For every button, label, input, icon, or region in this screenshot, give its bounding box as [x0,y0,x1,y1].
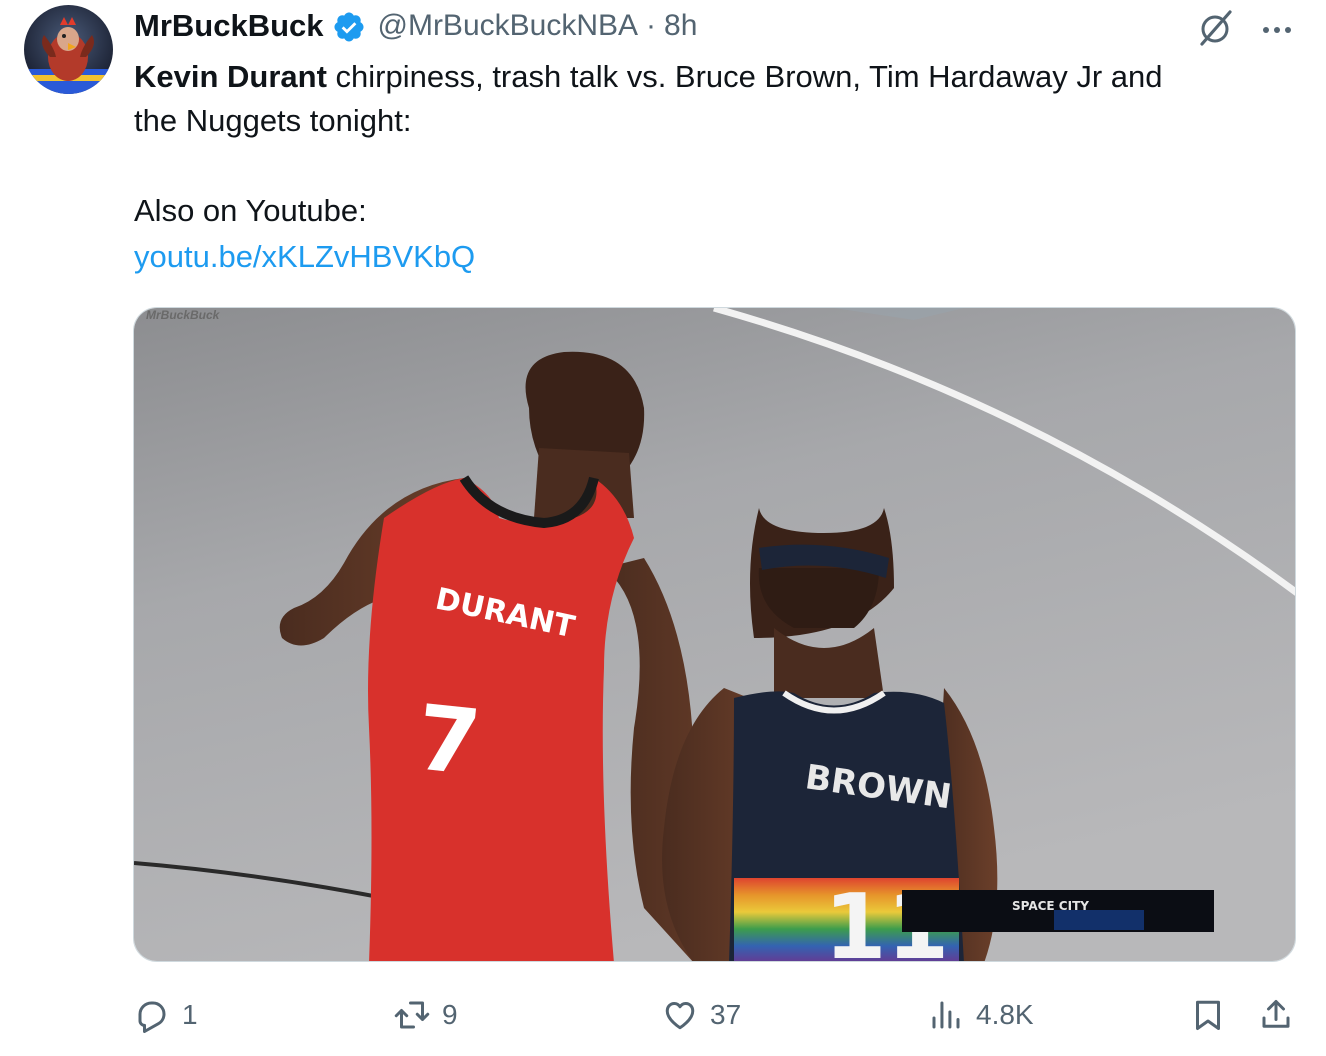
tweet-bold-lead: Kevin Durant [134,59,327,94]
separator-dot: · [646,9,657,42]
display-name[interactable]: MrBuckBuck [134,8,324,44]
tweet-media[interactable]: DURANT 7 BROWN 11 SPACE CITY MrBuckBuck [133,307,1296,962]
avatar-image [24,5,113,94]
grok-icon[interactable] [1196,8,1236,48]
share-icon [1262,1000,1290,1028]
like-count: 37 [710,999,742,1030]
tweet-card: MrBuckBuck @MrBuckBuckNBA · 8h Kevin Dur… [0,0,1326,1056]
tweet-header: MrBuckBuck @MrBuckBuckNBA · 8h [134,6,697,46]
views-icon [932,1001,960,1029]
youtube-link[interactable]: youtu.be/xKLZvHBVKbQ [134,235,1294,279]
views-button[interactable]: 4.8K [928,990,1034,1040]
repost-button[interactable]: 9 [394,990,458,1040]
reply-icon [138,1001,166,1033]
timestamp[interactable]: 8h [664,9,697,43]
avatar[interactable] [24,5,113,94]
bookmark-button[interactable] [1190,990,1226,1040]
reply-count: 1 [182,999,198,1030]
share-button[interactable] [1258,990,1294,1040]
repost-icon [394,1001,430,1029]
jersey-durant-number: 7 [412,685,485,796]
verified-badge-icon[interactable] [332,10,366,44]
broadcast-tag: SPACE CITY [1012,899,1089,913]
like-icon [665,1001,695,1030]
tweet-text-line2: the Nuggets tonight: [134,103,412,138]
media-image: DURANT 7 BROWN 11 SPACE CITY [134,308,1295,961]
bookmark-icon [1196,1000,1220,1030]
handle[interactable]: @MrBuckBuckNBA [378,9,639,43]
tweet-also-label: Also on Youtube: [134,193,367,228]
like-button[interactable]: 37 [662,990,741,1040]
reply-button[interactable]: 1 [134,990,198,1040]
more-icon[interactable] [1255,8,1299,48]
media-watermark: MrBuckBuck [146,308,220,322]
tweet-line-1: Kevin Durant chirpiness, trash talk vs. … [134,55,1294,99]
action-bar: 1 9 37 4.8K [134,990,1299,1040]
tweet-text-line1: chirpiness, trash talk vs. Bruce Brown, … [326,59,1163,94]
repost-count: 9 [442,999,458,1030]
views-count: 4.8K [976,999,1034,1030]
tweet-text: Kevin Durant chirpiness, trash talk vs. … [134,55,1294,279]
